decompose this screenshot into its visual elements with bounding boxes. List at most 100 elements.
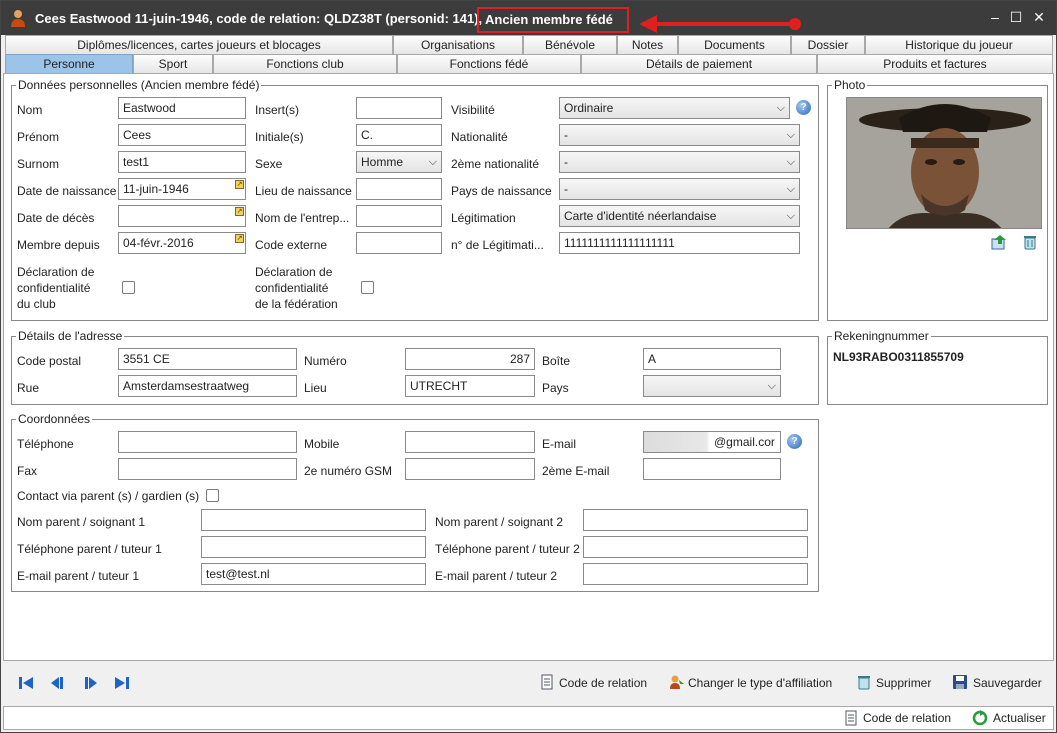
pays-naissance-select[interactable]: - ⌵ [559,178,800,200]
pays-select[interactable]: ⌵ [643,375,781,397]
confidentialite-club-label: Déclaration de confidentialité du club [17,265,95,311]
rue-label: Rue [17,381,40,395]
insert-input[interactable] [356,97,442,119]
nationalite-select[interactable]: - ⌵ [559,124,800,146]
legitimation-label: Légitimation [451,211,516,225]
parent2-name-input[interactable] [583,509,808,531]
parent1-phone-input[interactable] [201,536,426,558]
calendar-icon[interactable]: ↗ [235,207,244,216]
tab-dossier[interactable]: Dossier [791,35,865,54]
change-affiliation-button[interactable]: Changer le type d'affiliation [688,676,832,690]
date-naissance-input[interactable]: 11-juin-1946 [118,178,246,200]
help-icon[interactable]: ? [796,100,811,115]
tab-personne[interactable]: Personne [5,54,133,73]
rue-input[interactable]: Amsterdamsestraatweg [118,375,297,397]
prenom-input[interactable]: Cees [118,124,246,146]
tab-fonctions-club[interactable]: Fonctions club [213,54,397,73]
parent-contact-checkbox[interactable] [206,489,219,502]
person-icon [11,10,25,27]
previous-record-icon[interactable] [49,674,67,692]
parent2-email-label: E-mail parent / tuteur 2 [435,569,558,583]
code-postal-input[interactable]: 3551 CE [118,348,297,370]
maximize-button[interactable]: ☐ [1008,9,1024,25]
code-externe-input[interactable] [356,232,442,254]
calendar-icon[interactable]: ↗ [235,234,244,243]
minimize-button[interactable]: – [987,9,1003,25]
chevron-down-icon: ⌵ [786,156,795,168]
visibilite-select[interactable]: Ordinaire ⌵ [559,97,790,119]
last-record-icon[interactable] [113,674,131,692]
lieu-naissance-input[interactable] [356,178,442,200]
nationalite2-select[interactable]: - ⌵ [559,151,800,173]
no-legitimation-input[interactable]: 1111111111111111111 [559,232,800,254]
status-bar: Code de relation Actualiser [3,706,1054,730]
close-button[interactable]: ✕ [1031,9,1047,25]
status-code-relation-button[interactable]: Code de relation [863,711,951,725]
trash-icon [858,676,870,690]
telephone-input[interactable] [118,431,297,453]
gsm2-input[interactable] [405,458,535,480]
nationalite2-label: 2ème nationalité [451,157,540,171]
entreprise-label: Nom de l'entrep... [255,211,350,225]
confidentialite-federation-checkbox[interactable] [361,281,374,294]
gsm2-label: 2e numéro GSM [304,464,393,478]
delete-photo-icon[interactable] [1022,234,1038,250]
bank-account-number: NL93RABO0311855709 [833,350,964,364]
confidentialite-federation-label: Déclaration de confidentialité de la féd… [255,265,338,311]
mobile-input[interactable] [405,431,535,453]
refresh-button[interactable]: Actualiser [993,711,1046,725]
tab-fonctions-fede[interactable]: Fonctions fédé [397,54,581,73]
next-record-icon[interactable] [81,674,99,692]
legitimation-select[interactable]: Carte d'identité néerlandaise ⌵ [559,205,800,227]
save-icon [953,675,967,689]
action-bar: Code de relation Changer le type d'affil… [3,663,1054,703]
initiales-input[interactable]: C. [356,124,442,146]
tab-notes[interactable]: Notes [617,35,678,54]
fax-input[interactable] [118,458,297,480]
confidentialite-club-checkbox[interactable] [122,281,135,294]
date-naissance-label: Date de naissance [17,184,117,198]
save-button[interactable]: Sauvegarder [973,676,1042,690]
email-input[interactable]: @gmail.cor [643,431,781,453]
parent1-email-label: E-mail parent / tuteur 1 [17,569,140,583]
parent1-email-input[interactable]: test@test.nl [201,563,426,585]
surnom-label: Surnom [17,157,60,171]
prenom-label: Prénom [17,130,60,144]
tab-organisations[interactable]: Organisations [393,35,523,54]
nom-input[interactable]: Eastwood [118,97,246,119]
tab-documents[interactable]: Documents [678,35,791,54]
visibilite-label: Visibilité [451,103,495,117]
parent2-email-input[interactable] [583,563,808,585]
entreprise-input[interactable] [356,205,442,227]
help-icon[interactable]: ? [787,434,802,449]
photo-title: Photo [832,78,868,92]
parent1-name-input[interactable] [201,509,426,531]
membre-depuis-input[interactable]: 04-févr.-2016 [118,232,246,254]
delete-button[interactable]: Supprimer [876,676,931,690]
numero-input[interactable]: 287 [405,348,535,370]
tab-historique[interactable]: Historique du joueur [865,35,1053,54]
member-status-text: Ancien membre fédé [485,12,613,27]
first-record-icon[interactable] [17,674,35,692]
lieu-input[interactable]: UTRECHT [405,375,535,397]
parent2-phone-input[interactable] [583,536,808,558]
email2-input[interactable] [643,458,781,480]
date-deces-label: Date de décès [17,211,95,225]
upload-photo-icon[interactable] [991,234,1007,250]
tab-details-paiement[interactable]: Détails de paiement [581,54,817,73]
tab-produits-factures[interactable]: Produits et factures [817,54,1053,73]
boite-input[interactable]: A [643,348,781,370]
tab-sport[interactable]: Sport [133,54,213,73]
tab-benevole[interactable]: Bénévole [523,35,617,54]
pays-label: Pays [542,381,569,395]
date-deces-input[interactable] [118,205,246,227]
refresh-icon [972,710,988,726]
sexe-select[interactable]: Homme ⌵ [356,151,442,173]
calendar-icon[interactable]: ↗ [235,180,244,189]
chevron-down-icon: ⌵ [786,210,795,222]
no-legitimation-label: n° de Légitimati... [451,238,544,252]
code-relation-button[interactable]: Code de relation [559,676,647,690]
chevron-down-icon: ⌵ [786,129,795,141]
tab-diplomes[interactable]: Diplômes/licences, cartes joueurs et blo… [5,35,393,54]
surnom-input[interactable]: test1 [118,151,246,173]
